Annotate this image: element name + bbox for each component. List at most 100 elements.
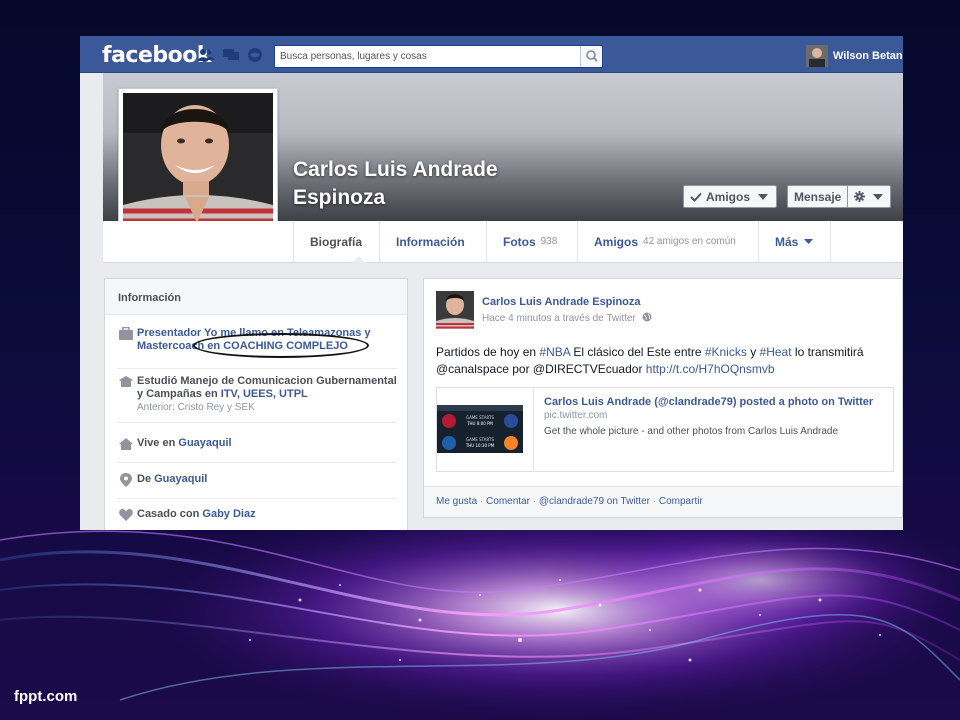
info-married-row: Casado con Gaby Diaz (117, 508, 397, 530)
heart-icon (119, 508, 133, 521)
profile-name-line1: Carlos Luis Andrade (293, 158, 498, 181)
thumb-text: THU 8:00 PM (466, 421, 493, 426)
tab-count: 938 (540, 236, 558, 247)
via-twitter-link[interactable]: @clandrade79 on Twitter (539, 496, 650, 507)
tab-label: Biografía (310, 234, 363, 249)
profile-nav-tabs: Biografía Información Fotos 938 Amigos 4… (103, 221, 903, 263)
separator: · (649, 496, 659, 507)
messages-icon[interactable] (223, 48, 239, 62)
user-name-link[interactable]: Wilson Betan (833, 50, 903, 62)
post-text: @canalspace por @DIRECTVEcuador (436, 362, 646, 376)
tab-divider (830, 221, 831, 262)
attachment-description: Get the whole picture - and other photos… (544, 426, 839, 437)
tab-label: Más (775, 234, 799, 249)
post-url-link[interactable]: http://t.co/H7hOQnsmvb (646, 362, 775, 376)
caret-down-icon (873, 193, 884, 200)
post-text: y (746, 345, 760, 359)
gear-icon[interactable] (854, 191, 866, 202)
previous-school: Anterior: Cristo Rey y SEK (137, 402, 255, 413)
globe-icon (642, 312, 652, 322)
search-input[interactable] (275, 46, 575, 67)
briefcase-icon (119, 327, 133, 340)
info-from-text: De Guayaquil (137, 473, 399, 486)
home-icon (119, 438, 133, 450)
facebook-logo[interactable]: facebook (102, 43, 212, 68)
search-icon (586, 50, 598, 62)
spouse-link[interactable]: Gaby Diaz (202, 508, 255, 520)
caret-down-icon (804, 239, 814, 244)
user-avatar[interactable] (806, 45, 828, 67)
post-body: Partidos de hoy en #NBA El clásico del E… (436, 344, 891, 378)
highlight-annotation (193, 333, 369, 358)
profile-name: Carlos Luis Andrade Espinoza (293, 156, 553, 212)
share-link[interactable]: Compartir (659, 496, 703, 507)
separator: · (529, 496, 539, 507)
lives-prefix: Vive en (137, 437, 179, 449)
post-text: Partidos de hoy en (436, 345, 540, 359)
facebook-profile-screenshot: facebook Wilson (80, 36, 903, 530)
tab-amigos[interactable]: Amigos 42 amigos en común (577, 221, 758, 262)
separator: · (477, 496, 487, 507)
school-icon (119, 376, 133, 387)
post-author-name[interactable]: Carlos Luis Andrade Espinoza (482, 296, 641, 308)
friends-icon[interactable] (198, 48, 214, 62)
post-actions: Me gusta · Comentar · @clandrade79 on Tw… (424, 486, 902, 517)
attachment-title[interactable]: Carlos Luis Andrade (@clandrade79) poste… (544, 396, 873, 408)
thumb-text: THU 10:30 PM (465, 443, 495, 448)
hashtag-link[interactable]: #NBA (539, 345, 570, 359)
info-lives-text: Vive en Guayaquil (137, 437, 399, 450)
tab-biografia[interactable]: Biografía (293, 221, 379, 262)
hashtag-link[interactable]: #Heat (760, 345, 792, 359)
post-meta: Hace 4 minutos a través de Twitter (482, 312, 652, 324)
profile-name-line2: Espinoza (293, 186, 386, 209)
post-card: Carlos Luis Andrade Espinoza Hace 4 minu… (423, 278, 903, 518)
thumb-text: GAME STARTS (466, 415, 494, 420)
tab-count: 42 amigos en común (643, 236, 736, 247)
shared-link-attachment[interactable]: GAME STARTS THU 8:00 PM GAME STARTS THU … (436, 387, 894, 472)
school-link[interactable]: ITV, UEES, UTPL (221, 388, 308, 400)
post-text: lo transmitirá (791, 345, 864, 359)
notifications-icon[interactable] (247, 48, 263, 62)
tab-label: Información (396, 234, 465, 249)
attachment-thumbnail[interactable]: GAME STARTS THU 8:00 PM GAME STARTS THU … (437, 405, 523, 453)
info-card: Información Presentador Yo me llamo en T… (104, 278, 408, 530)
location-pin-icon (120, 473, 132, 487)
info-study-text: Estudió Manejo de Comunicacion Gubername… (137, 375, 399, 414)
thumb-text: GAME STARTS (466, 437, 494, 442)
info-card-header[interactable]: Información (105, 279, 407, 315)
footer-brand: fppt.com (14, 688, 78, 705)
lives-place-link[interactable]: Guayaquil (178, 437, 231, 449)
tab-fotos[interactable]: Fotos 938 (486, 221, 577, 262)
attachment-divider (533, 388, 534, 471)
tab-label: Amigos (594, 234, 639, 249)
info-lives-row: Vive en Guayaquil (117, 437, 397, 463)
study-text-cont: y Campañas en (137, 388, 221, 400)
post-timestamp[interactable]: Hace 4 minutos a través de Twitter (482, 313, 636, 324)
comment-link[interactable]: Comentar (486, 496, 530, 507)
info-from-row: De Guayaquil (117, 473, 397, 499)
info-married-text: Casado con Gaby Diaz (137, 508, 399, 521)
study-text: Estudió Manejo de Comunicacion Gubername… (137, 375, 397, 387)
info-study-row: Estudió Manejo de Comunicacion Gubername… (117, 375, 397, 423)
check-icon (690, 192, 702, 202)
attachment-domain: pic.twitter.com (544, 410, 608, 421)
tab-informacion[interactable]: Información (379, 221, 486, 262)
post-text: El clásico del Este entre (570, 345, 705, 359)
post-author-avatar[interactable] (436, 291, 474, 329)
message-button[interactable]: Mensaje (787, 185, 891, 208)
caret-down-icon (758, 193, 769, 200)
active-tab-indicator (352, 256, 366, 263)
top-bar: facebook Wilson (80, 36, 903, 73)
friends-button[interactable]: Amigos (683, 185, 777, 208)
tab-label: Fotos (503, 234, 536, 249)
friends-button-label: Amigos (706, 189, 751, 204)
from-place-link[interactable]: Guayaquil (154, 473, 207, 485)
message-button-label: Mensaje (794, 189, 842, 204)
tab-mas[interactable]: Más (758, 221, 830, 262)
like-link[interactable]: Me gusta (436, 496, 477, 507)
hashtag-link[interactable]: #Knicks (705, 345, 747, 359)
profile-photo (123, 93, 273, 241)
search-button[interactable] (580, 46, 602, 67)
search-box[interactable] (274, 45, 603, 68)
from-prefix: De (137, 473, 155, 485)
